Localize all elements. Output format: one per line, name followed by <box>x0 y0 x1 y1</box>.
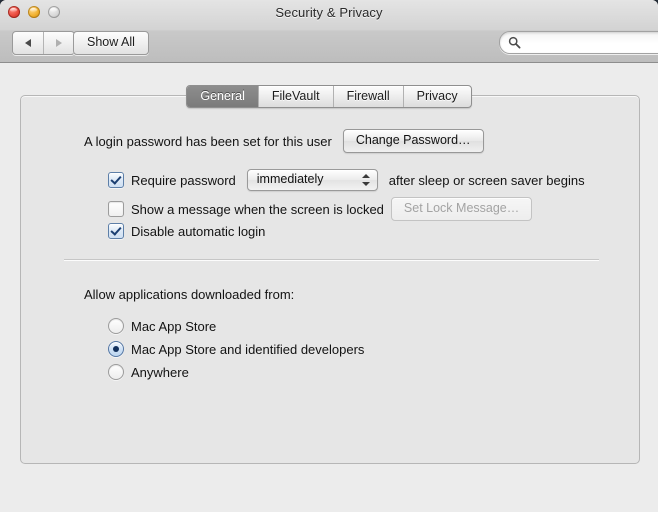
search-icon <box>508 36 521 49</box>
tab-bar: General FileVault Firewall Privacy <box>0 85 658 108</box>
general-pane-content: A login password has been set for this u… <box>21 96 639 463</box>
window-title: Security & Privacy <box>275 5 383 20</box>
show-all-button[interactable]: Show All <box>73 31 149 55</box>
password-row: A login password has been set for this u… <box>84 129 484 153</box>
radio-mac-app-store[interactable] <box>108 318 124 334</box>
section-divider <box>64 259 599 260</box>
radio-label-anywhere: Anywhere <box>131 364 189 380</box>
password-status-label: A login password has been set for this u… <box>84 133 332 149</box>
require-password-interval-popup[interactable]: immediately <box>246 169 378 191</box>
screen: Security & Privacy Show All General File… <box>0 0 658 512</box>
require-password-label: Require password <box>131 172 236 188</box>
back-button[interactable] <box>13 32 43 54</box>
radio-mac-app-store-and-identified-developers[interactable] <box>108 341 124 357</box>
radio-row-identified-developers[interactable]: Mac App Store and identified developers <box>108 341 364 357</box>
require-password-suffix-label: after sleep or screen saver begins <box>388 172 585 188</box>
download-section-heading: Allow applications downloaded from: <box>84 287 295 302</box>
radio-label-mac-app-store: Mac App Store <box>131 318 217 334</box>
require-password-checkbox[interactable] <box>108 172 124 188</box>
change-password-button[interactable]: Change Password… <box>342 129 484 153</box>
navigation-buttons <box>12 31 75 55</box>
lock-message-label: Show a message when the screen is locked <box>131 201 384 217</box>
tab-privacy[interactable]: Privacy <box>402 86 471 107</box>
set-lock-message-button[interactable]: Set Lock Message… <box>390 197 533 221</box>
search-input[interactable] <box>524 34 658 52</box>
window-titlebar: Security & Privacy Show All <box>0 0 658 63</box>
chevron-updown-icon <box>361 173 370 187</box>
forward-arrow-icon <box>56 39 62 47</box>
radio-row-mac-app-store[interactable]: Mac App Store <box>108 318 216 334</box>
forward-button[interactable] <box>43 32 74 54</box>
footer-bar: Click the lock to prevent further change… <box>0 470 658 512</box>
require-password-interval-value: immediately <box>256 172 324 186</box>
require-password-row: Require password immediately after sleep… <box>108 169 585 191</box>
general-pane: A login password has been set for this u… <box>20 95 640 464</box>
disable-auto-login-row: Disable automatic login <box>108 223 265 239</box>
radio-row-anywhere[interactable]: Anywhere <box>108 364 189 380</box>
security-privacy-window: Security & Privacy Show All General File… <box>0 0 658 512</box>
search-field[interactable] <box>499 31 658 54</box>
radio-anywhere[interactable] <box>108 364 124 380</box>
tab-filevault[interactable]: FileVault <box>257 86 333 107</box>
tab-firewall[interactable]: Firewall <box>332 86 403 107</box>
lock-message-checkbox[interactable] <box>108 201 124 217</box>
disable-auto-login-label: Disable automatic login <box>131 223 266 239</box>
radio-label-identified-developers: Mac App Store and identified developers <box>131 341 365 357</box>
tab-general[interactable]: General <box>187 86 258 107</box>
tab-group: General FileVault Firewall Privacy <box>186 85 472 108</box>
back-arrow-icon <box>25 39 31 47</box>
disable-auto-login-checkbox[interactable] <box>108 223 124 239</box>
lock-message-row: Show a message when the screen is locked… <box>108 197 533 221</box>
